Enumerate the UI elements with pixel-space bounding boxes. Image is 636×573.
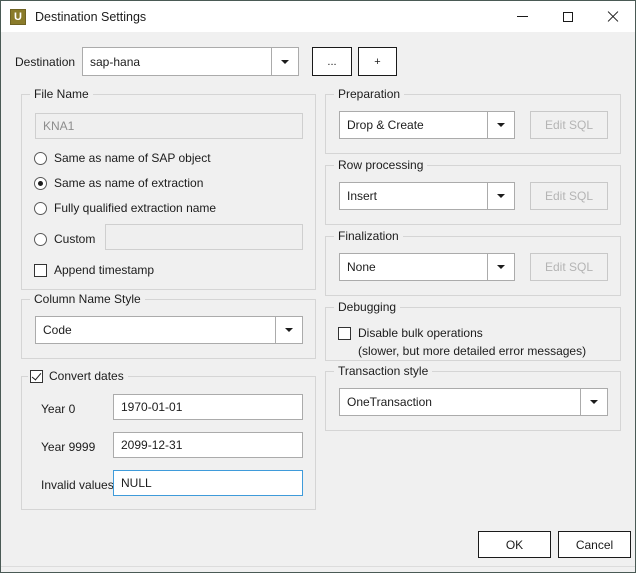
destination-combo-value: sap-hana [90, 54, 141, 69]
cancel-button[interactable]: Cancel [558, 531, 631, 558]
add-destination-button[interactable]: + [358, 47, 397, 76]
transaction-style-group: Transaction style OneTransaction [325, 364, 621, 431]
title-bar: U Destination Settings [1, 1, 635, 32]
destination-settings-dialog: U Destination Settings Destination sap-h… [0, 0, 636, 573]
browse-destination-button[interactable]: ... [312, 47, 352, 76]
checkbox-icon[interactable] [30, 369, 43, 383]
file-name-group: File Name KNA1 Same as name of SAP objec… [21, 87, 316, 290]
row-processing-group-title: Row processing [334, 158, 428, 172]
preparation-combo[interactable]: Drop & Create [339, 111, 515, 139]
finalization-group-title: Finalization [334, 229, 403, 243]
column-name-style-combo[interactable]: Code [35, 316, 303, 344]
chevron-down-icon[interactable] [487, 254, 514, 280]
checkbox-icon [34, 263, 47, 277]
debugging-group: Debugging Disable bulk operations (slowe… [325, 300, 621, 361]
close-icon [607, 11, 619, 23]
debugging-group-title: Debugging [334, 300, 401, 314]
maximize-button[interactable] [545, 1, 590, 32]
transaction-style-value: OneTransaction [347, 395, 432, 409]
convert-dates-group-title[interactable]: Convert dates [28, 369, 128, 383]
checkbox-icon [338, 326, 351, 340]
chevron-down-icon[interactable] [271, 48, 298, 75]
radio-custom[interactable]: Custom [34, 232, 95, 246]
column-name-style-group-title: Column Name Style [30, 292, 145, 306]
append-timestamp-checkbox[interactable]: Append timestamp [34, 263, 154, 277]
minimize-button[interactable] [500, 1, 545, 32]
radio-same-as-sap-object[interactable]: Same as name of SAP object [34, 151, 211, 165]
year-0-input[interactable]: 1970-01-01 [113, 394, 303, 420]
radio-label: Custom [54, 232, 96, 246]
year-9999-label: Year 9999 [41, 440, 96, 454]
file-name-group-title: File Name [30, 87, 93, 101]
preparation-edit-sql-button: Edit SQL [530, 111, 608, 139]
chevron-down-icon[interactable] [487, 112, 514, 138]
chevron-down-icon[interactable] [580, 389, 607, 415]
file-name-input: KNA1 [35, 113, 303, 139]
chevron-down-icon[interactable] [275, 317, 302, 343]
preparation-group: Preparation Drop & Create Edit SQL [325, 87, 621, 154]
finalization-value: None [347, 260, 376, 274]
finalization-edit-sql-button: Edit SQL [530, 253, 608, 281]
radio-label: Same as name of SAP object [54, 151, 211, 165]
ok-button[interactable]: OK [478, 531, 551, 558]
disable-bulk-operations-label: Disable bulk operations [358, 326, 483, 340]
radio-fully-qualified-name[interactable]: Fully qualified extraction name [34, 201, 216, 215]
year-9999-input[interactable]: 2099-12-31 [113, 432, 303, 458]
column-name-style-group: Column Name Style Code [21, 292, 316, 359]
transaction-style-combo[interactable]: OneTransaction [339, 388, 608, 416]
row-processing-edit-sql-button: Edit SQL [530, 182, 608, 210]
radio-icon [34, 151, 47, 165]
chevron-down-icon[interactable] [487, 183, 514, 209]
append-timestamp-label: Append timestamp [54, 263, 155, 277]
column-name-style-value: Code [43, 323, 72, 337]
finalization-combo[interactable]: None [339, 253, 515, 281]
destination-combo[interactable]: sap-hana [82, 47, 299, 76]
finalization-group: Finalization None Edit SQL [325, 229, 621, 296]
maximize-icon [562, 11, 573, 22]
invalid-values-input[interactable]: NULL [113, 470, 303, 496]
minimize-icon [517, 16, 528, 17]
destination-label: Destination [15, 55, 76, 69]
radio-icon [34, 232, 47, 246]
preparation-value: Drop & Create [347, 118, 424, 132]
row-processing-combo[interactable]: Insert [339, 182, 515, 210]
footer-divider [1, 566, 635, 567]
transaction-style-group-title: Transaction style [334, 364, 433, 378]
disable-bulk-operations-checkbox[interactable]: Disable bulk operations [338, 326, 483, 340]
window-controls [500, 1, 635, 32]
preparation-group-title: Preparation [334, 87, 405, 101]
radio-label: Same as name of extraction [54, 176, 204, 190]
year-0-label: Year 0 [41, 402, 76, 416]
custom-file-name-input [105, 224, 303, 250]
disable-bulk-operations-note: (slower, but more detailed error message… [358, 344, 587, 358]
close-button[interactable] [590, 1, 635, 32]
app-u-icon: U [10, 8, 26, 25]
convert-dates-label: Convert dates [49, 369, 124, 383]
window-title: Destination Settings [35, 9, 147, 24]
convert-dates-group: Convert dates Year 0 1970-01-01 Year 999… [21, 369, 316, 510]
radio-icon [34, 201, 47, 215]
radio-label: Fully qualified extraction name [54, 201, 217, 215]
radio-same-as-extraction[interactable]: Same as name of extraction [34, 176, 203, 190]
invalid-values-label: Invalid values [41, 478, 114, 492]
row-processing-value: Insert [347, 189, 378, 203]
radio-icon [34, 176, 47, 190]
row-processing-group: Row processing Insert Edit SQL [325, 158, 621, 225]
